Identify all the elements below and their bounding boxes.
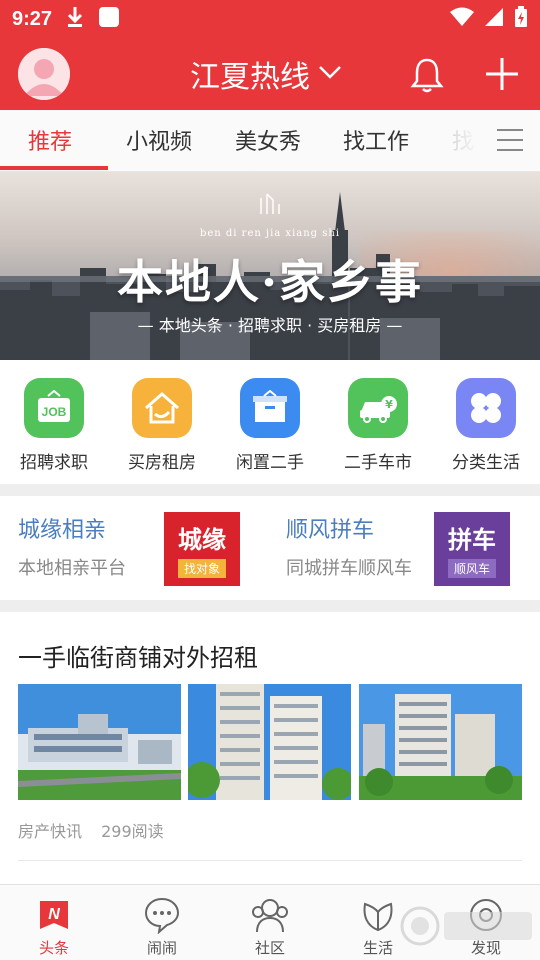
tab-short-video[interactable]: 小视频 bbox=[126, 124, 192, 156]
quick-links: JOB 招聘求职 买房租房 闲置二手 ¥ 二手车市 分类生活 bbox=[0, 360, 540, 484]
nav-headlines[interactable]: N 头条 bbox=[0, 895, 108, 958]
city-selector[interactable]: 江夏热线 bbox=[190, 52, 342, 96]
banner-title: 本地人·家乡事 bbox=[116, 255, 423, 309]
box-icon bbox=[240, 378, 300, 438]
promo-section: 城缘相亲 本地相亲平台 城缘 找对象 顺风拼车 同城拼车顺风车 拼车 顺风车 bbox=[0, 496, 540, 600]
banner-subtitle: — 本地头条 · 招聘求职 · 买房租房 — bbox=[137, 316, 403, 335]
news-icon: N bbox=[0, 895, 108, 935]
watermark-logo bbox=[398, 900, 538, 950]
job-icon: JOB bbox=[24, 378, 84, 438]
menu-icon[interactable] bbox=[496, 128, 524, 156]
section-divider bbox=[0, 600, 540, 612]
car-icon: ¥ bbox=[348, 378, 408, 438]
status-bar: 9:27 bbox=[0, 0, 540, 38]
category-tabs: 推荐 小视频 美女秀 找工作 找 bbox=[0, 110, 540, 172]
app-title: 江夏热线 bbox=[190, 60, 310, 95]
quick-link-used-cars[interactable]: ¥ 二手车市 bbox=[324, 378, 432, 473]
quick-link-classifieds[interactable]: 分类生活 bbox=[432, 378, 540, 473]
promo-carpool-image[interactable]: 拼车 顺风车 bbox=[434, 512, 510, 586]
clover-icon bbox=[456, 378, 516, 438]
tab-beauty-show[interactable]: 美女秀 bbox=[235, 124, 301, 156]
active-tab-indicator bbox=[0, 166, 108, 170]
download-icon bbox=[66, 6, 84, 32]
quick-link-secondhand[interactable]: 闲置二手 bbox=[216, 378, 324, 473]
plus-icon[interactable] bbox=[484, 56, 520, 96]
article-thumbnail bbox=[188, 684, 351, 800]
nav-community[interactable]: 社区 bbox=[216, 895, 324, 958]
article-title: 一手临街商铺对外招租 bbox=[18, 644, 258, 672]
banner-logo-icon bbox=[258, 192, 282, 220]
article-thumbnail bbox=[359, 684, 522, 800]
battery-icon bbox=[514, 6, 528, 32]
promo-dating-image[interactable]: 城缘 找对象 bbox=[164, 512, 240, 586]
nav-chat[interactable]: 闹闹 bbox=[108, 895, 216, 958]
chevron-down-icon bbox=[318, 64, 342, 84]
article-card[interactable]: 一手临街商铺对外招租 房产快讯 299阅读 bbox=[0, 612, 540, 884]
svg-text:JOB: JOB bbox=[42, 405, 67, 419]
community-icon bbox=[216, 895, 324, 935]
promo-carpool[interactable]: 顺风拼车 同城拼车顺风车 bbox=[286, 512, 412, 580]
avatar[interactable] bbox=[18, 48, 70, 100]
app-icon bbox=[98, 6, 120, 32]
tab-recommend[interactable]: 推荐 bbox=[28, 124, 72, 156]
app-header: 江夏热线 bbox=[0, 38, 540, 110]
house-icon bbox=[132, 378, 192, 438]
article-reads: 299阅读 bbox=[101, 822, 164, 841]
bell-icon[interactable] bbox=[408, 56, 446, 98]
banner[interactable]: ben di ren jia xiang shi 本地人·家乡事 — 本地头条 … bbox=[0, 172, 540, 360]
promo-dating[interactable]: 城缘相亲 本地相亲平台 bbox=[18, 512, 126, 580]
wifi-icon bbox=[450, 7, 474, 31]
article-source: 房产快讯 bbox=[18, 822, 83, 841]
quick-link-housing[interactable]: 买房租房 bbox=[108, 378, 216, 473]
svg-text:N: N bbox=[48, 906, 60, 923]
banner-pinyin: ben di ren jia xiang shi bbox=[199, 228, 341, 239]
status-time: 9:27 bbox=[12, 7, 53, 30]
article-meta: 房产快讯 299阅读 bbox=[18, 818, 164, 842]
section-divider bbox=[0, 484, 540, 496]
article-thumbnail bbox=[18, 684, 181, 800]
chat-icon bbox=[108, 895, 216, 935]
signal-icon bbox=[484, 7, 504, 31]
article-divider bbox=[18, 860, 522, 861]
tab-find-job[interactable]: 找工作 bbox=[343, 124, 409, 156]
svg-text:¥: ¥ bbox=[385, 398, 393, 411]
quick-link-jobs[interactable]: JOB 招聘求职 bbox=[0, 378, 108, 473]
